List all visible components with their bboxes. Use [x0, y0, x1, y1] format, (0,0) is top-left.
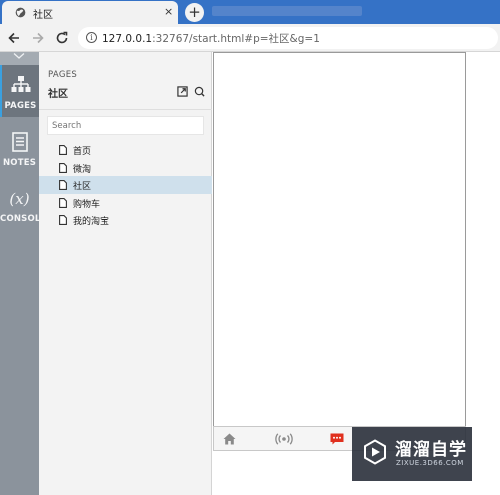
message-icon[interactable] — [330, 432, 344, 446]
url-host: 127.0.0.1 — [102, 33, 153, 45]
search-input[interactable] — [47, 116, 204, 135]
document-icon — [59, 180, 67, 190]
page-item-label: 微淘 — [73, 164, 92, 175]
panel-divider — [39, 109, 212, 110]
tab-title: 社区 — [33, 10, 53, 21]
pages-panel: PAGES 社区 首页 微淘 社区 购物车 我的淘宝 — [39, 52, 212, 495]
rail-item-notes[interactable]: NOTES — [0, 122, 39, 174]
document-icon — [59, 197, 67, 208]
rail-item-pages[interactable]: PAGES — [0, 65, 39, 117]
blurred-tab-area — [212, 6, 362, 16]
page-item-community[interactable]: 社区 — [39, 176, 212, 194]
globe-icon — [15, 7, 26, 18]
page-item-my-taobao[interactable]: 我的淘宝 — [39, 211, 212, 229]
watermark: 溜溜自学 ZIXUE.3D66.COM — [352, 427, 472, 481]
tab-close-button[interactable]: × — [164, 5, 173, 19]
sitemap-icon — [2, 75, 39, 97]
page-item-home[interactable]: 首页 — [39, 141, 212, 159]
variable-x-icon: (x) — [0, 188, 39, 210]
page-item-label: 首页 — [73, 147, 92, 157]
url-path: :32767/start.html#p=社区&g=1 — [152, 33, 320, 45]
browser-tab-strip: 社区 × + — [0, 0, 500, 24]
browser-tab[interactable]: 社区 × — [2, 1, 178, 24]
info-icon[interactable]: i — [86, 32, 97, 43]
new-tab-button[interactable]: + — [185, 3, 204, 22]
forward-button[interactable] — [29, 29, 47, 47]
back-button[interactable] — [5, 29, 23, 47]
device-frame — [213, 52, 466, 451]
arrow-left-icon — [8, 32, 19, 44]
watermark-title: 溜溜自学 — [395, 440, 467, 460]
chevron-down-icon — [13, 52, 25, 64]
arrow-right-icon — [33, 32, 44, 44]
notes-icon — [0, 132, 39, 154]
watermark-subtitle: ZIXUE.3D66.COM — [396, 459, 464, 467]
page-list: 首页 微淘 社区 购物车 我的淘宝 — [39, 141, 212, 229]
reload-icon — [56, 31, 68, 44]
address-bar[interactable]: i 127.0.0.1:32767/start.html#p=社区&g=1 — [78, 27, 498, 49]
page-item-label: 我的淘宝 — [73, 217, 110, 227]
rail-item-console[interactable]: (x) CONSOLE — [0, 178, 47, 230]
document-icon — [59, 162, 67, 173]
sidebar-rail: PAGES NOTES (x) CONSOLE — [0, 52, 47, 495]
page-item-weitao[interactable]: 微淘 — [39, 159, 212, 177]
page-item-label: 购物车 — [73, 199, 101, 210]
external-link-icon[interactable] — [177, 86, 188, 97]
rail-label-notes: NOTES — [2, 158, 37, 168]
rail-collapse-toggle[interactable] — [0, 52, 39, 65]
rail-label-console: CONSOLE — [0, 214, 47, 224]
page-item-label: 社区 — [73, 182, 92, 192]
panel-heading: PAGES — [48, 70, 78, 80]
home-icon[interactable] — [222, 432, 236, 446]
page-item-cart[interactable]: 购物车 — [39, 194, 212, 212]
document-icon — [59, 145, 67, 155]
play-logo-icon — [364, 439, 386, 465]
console-glyph: (x) — [9, 190, 30, 208]
browser-toolbar: i 127.0.0.1:32767/start.html#p=社区&g=1 — [0, 24, 500, 52]
broadcast-icon[interactable] — [274, 432, 294, 446]
document-icon — [59, 215, 67, 225]
map-pin-icon[interactable] — [194, 86, 205, 97]
rail-label-pages: PAGES — [4, 101, 37, 111]
url-text[interactable]: 127.0.0.1:32767/start.html#p=社区&g=1 — [102, 31, 320, 46]
current-page-title: 社区 — [48, 89, 68, 100]
reload-button[interactable] — [53, 29, 71, 47]
